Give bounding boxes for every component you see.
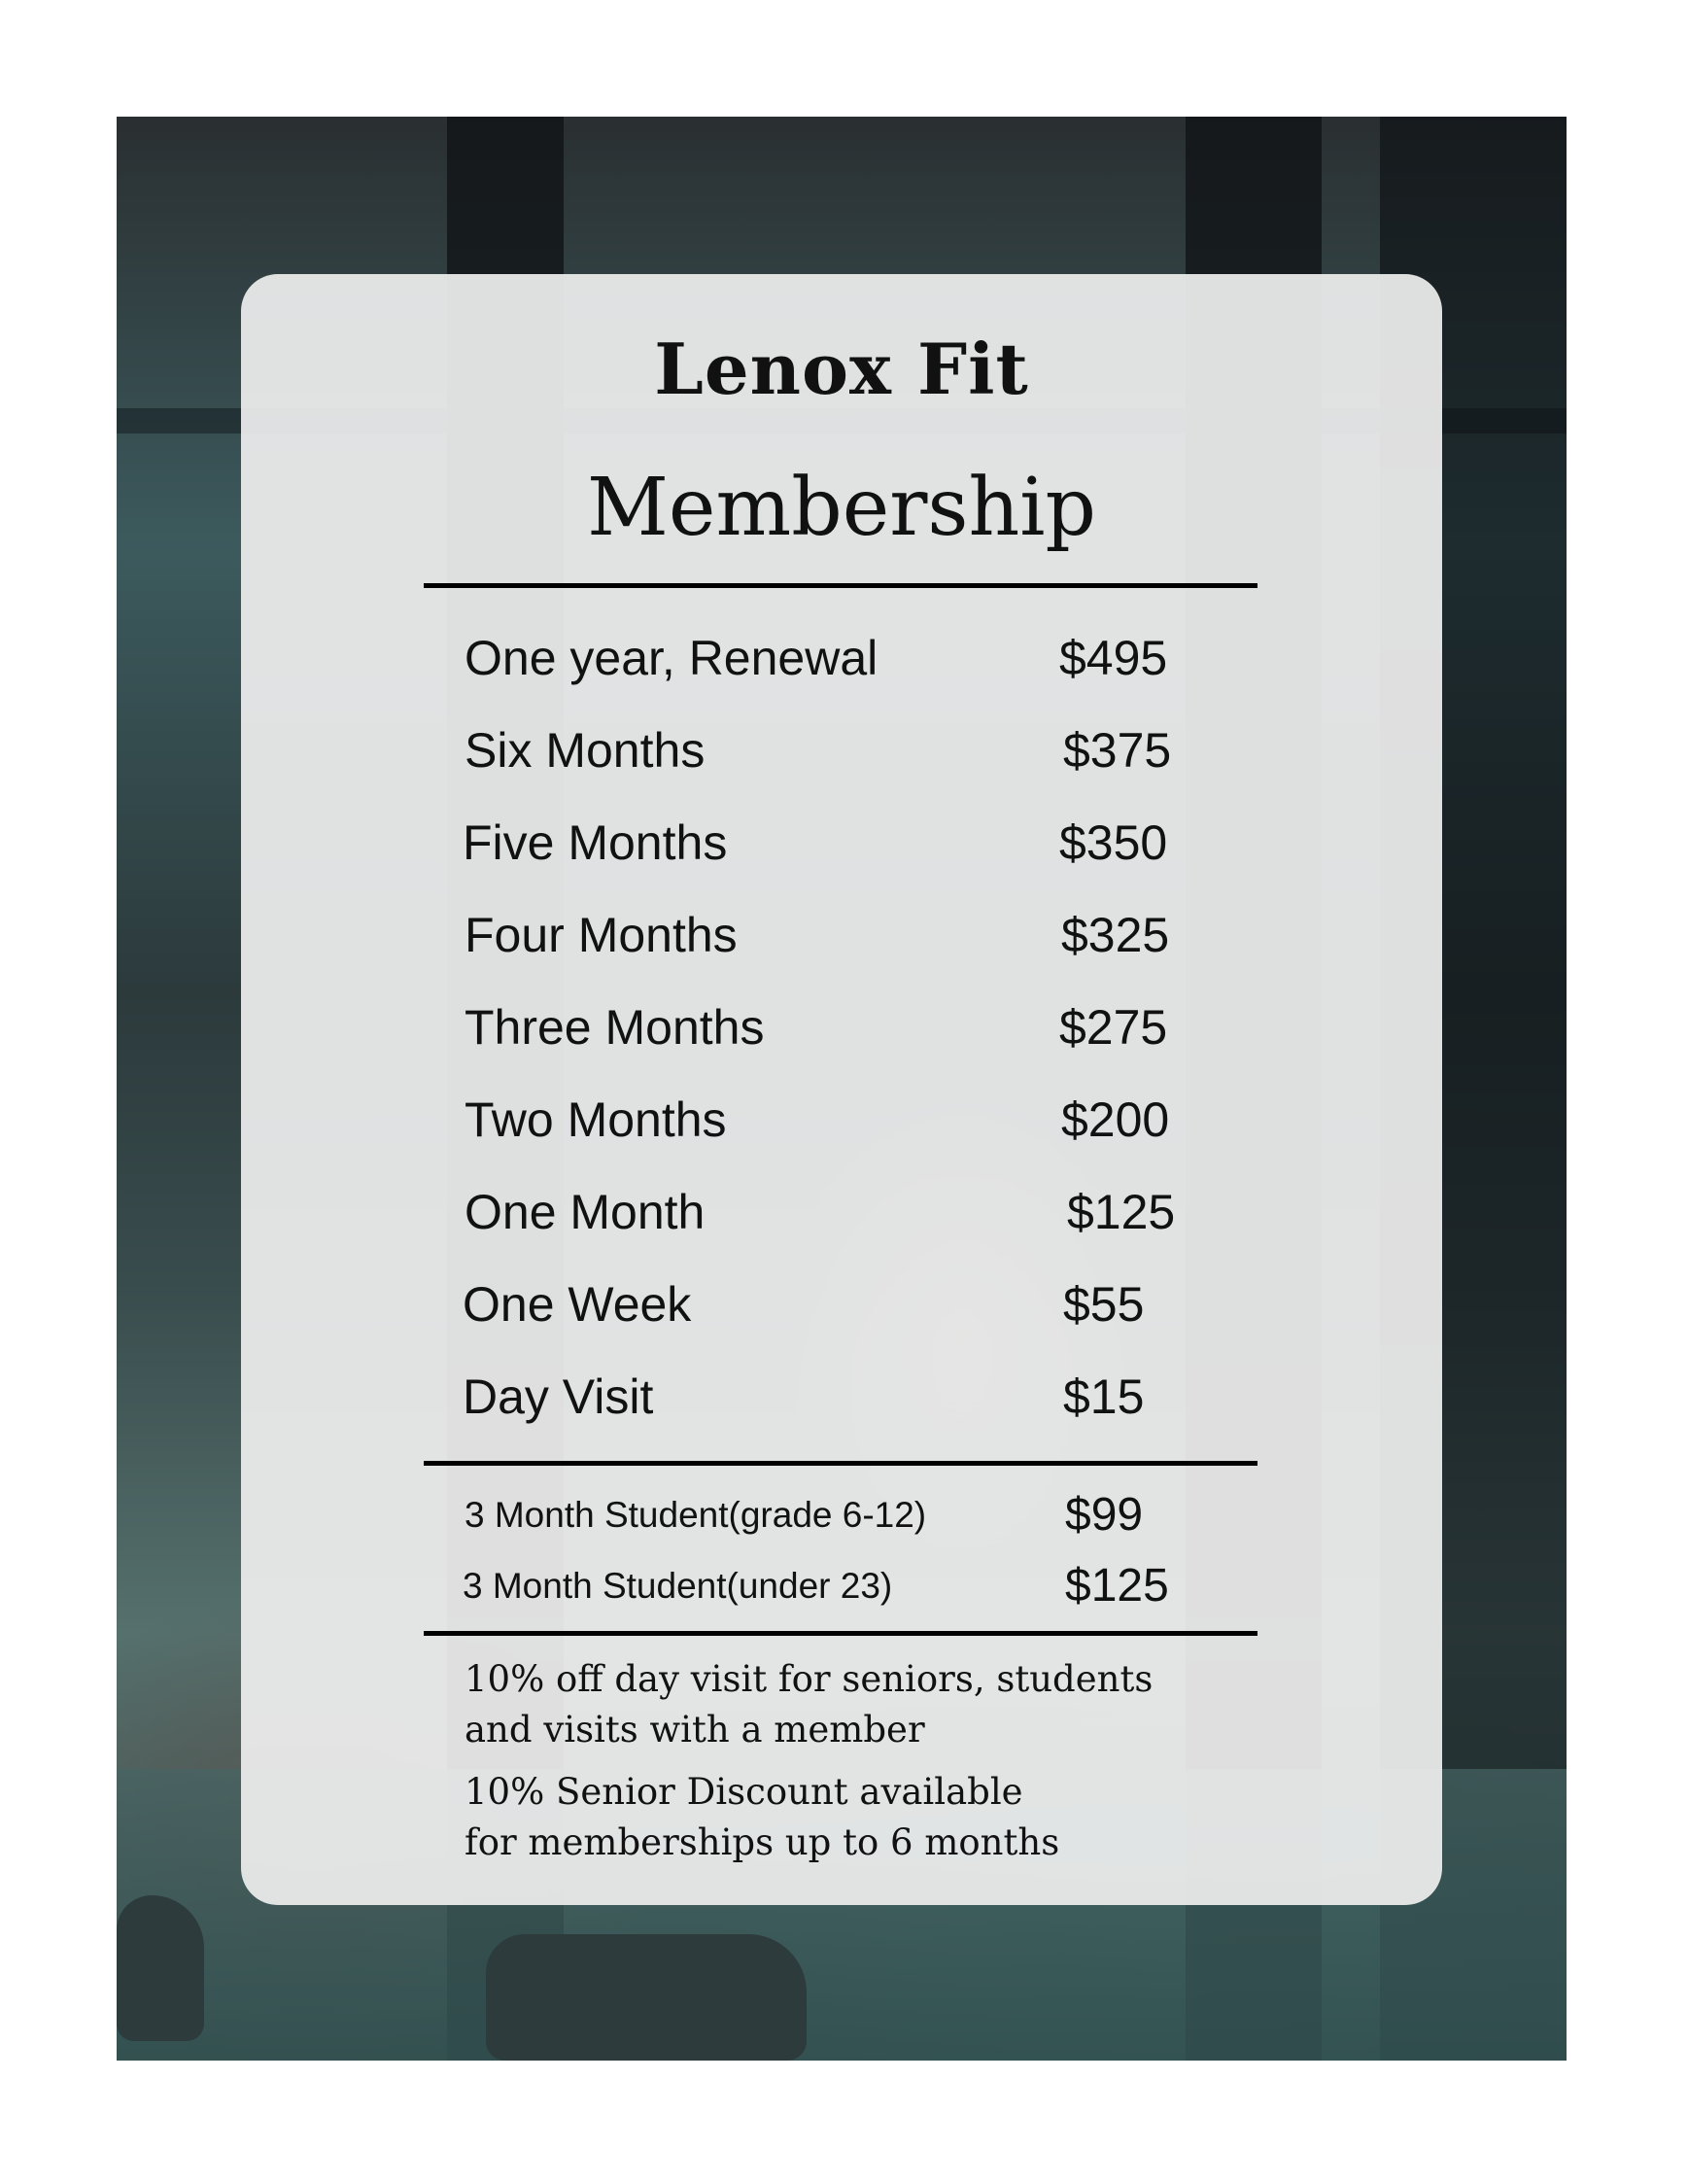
student-plan-name: 3 Month Student(under 23) [463,1566,893,1606]
membership-card: Lenox Fit Membership One year, Renewal $… [241,274,1442,1905]
plan-name: Four Months [465,908,738,962]
plan-name: Three Months [465,1000,765,1055]
page-title: Membership [586,462,1097,554]
plan-price: $495 [1059,631,1168,685]
plan-name: One Week [463,1277,692,1332]
plan-name: Five Months [463,815,728,870]
plan-row: Six Months $375 [224,721,1171,780]
plan-row: One Week $55 [224,1275,1144,1334]
student-plan-row: 3 Month Student(grade 6-12) $99 [224,1491,1143,1540]
plan-price: $55 [1063,1277,1145,1332]
plan-row: One year, Renewal $495 [224,629,1167,687]
plan-price: $125 [1067,1185,1176,1239]
plan-row: One Month $125 [224,1183,1175,1241]
photo-shoe [486,1934,807,2061]
plan-name: Six Months [465,723,706,778]
plan-price: $275 [1059,1000,1168,1055]
discount-note: 10% Senior Discount available for member… [465,1771,1060,1863]
plan-name: Day Visit [463,1369,654,1424]
plan-row: Two Months $200 [224,1091,1169,1149]
divider [424,583,1257,588]
plan-price: $15 [1063,1369,1145,1424]
plan-price: $325 [1061,908,1170,962]
discount-note: 10% off day visit for seniors, students … [465,1658,1154,1751]
plan-row: Four Months $325 [224,906,1169,964]
plan-row: Five Months $350 [224,814,1167,872]
plan-name: One year, Renewal [465,631,878,685]
plan-name: One Month [465,1185,706,1239]
divider [424,1461,1257,1466]
plan-price: $200 [1061,1092,1170,1147]
brand-title: Lenox Fit [654,328,1029,410]
plan-name: Two Months [465,1092,727,1147]
student-plan-price: $125 [1065,1560,1169,1612]
student-plan-price: $99 [1065,1489,1144,1541]
photo-shoe [117,1895,204,2041]
plan-price: $350 [1059,815,1168,870]
divider [424,1631,1257,1636]
student-plan-name: 3 Month Student(grade 6-12) [465,1495,927,1535]
student-plan-row: 3 Month Student(under 23) $125 [224,1562,1169,1611]
plan-price: $375 [1063,723,1172,778]
plan-row: Day Visit $15 [224,1368,1144,1426]
plan-row: Three Months $275 [224,998,1167,1057]
